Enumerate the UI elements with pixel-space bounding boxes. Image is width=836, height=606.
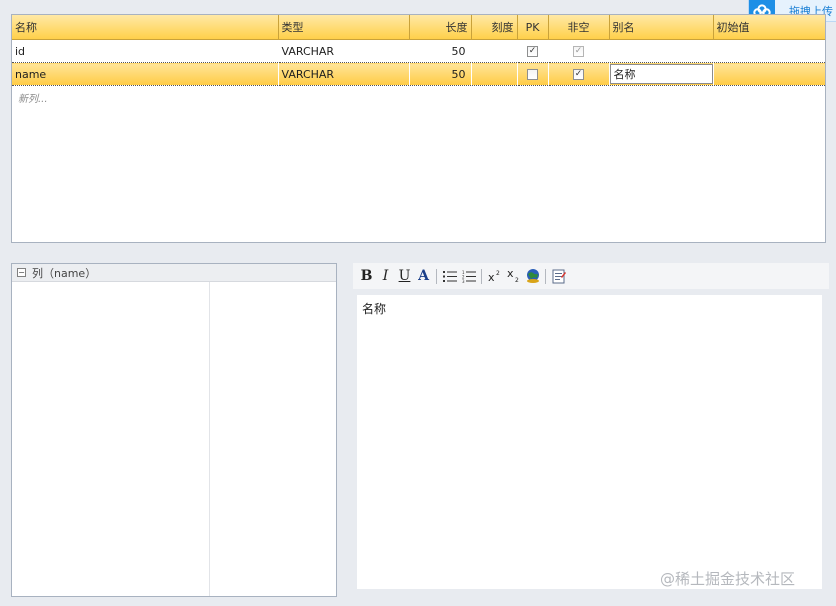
new-column-row[interactable]: 新列... [12,86,825,105]
notnull-checkbox[interactable]: ✓ [573,69,584,80]
header-pk[interactable]: PK [517,15,549,40]
bold-button[interactable]: B [357,266,376,286]
collapse-toggle-icon[interactable]: − [17,268,26,277]
watermark: @稀土掘金技术社区 [660,570,796,588]
cell-name[interactable]: name [12,62,278,86]
underline-button[interactable]: U [395,266,414,286]
numbered-list-icon[interactable]: 123 [459,266,478,286]
cell-length[interactable]: 50 [409,62,471,86]
cell-scale[interactable] [471,40,517,63]
header-scale[interactable]: 刻度 [471,15,518,40]
toolbar-separator [436,268,437,284]
header-type[interactable]: 类型 [278,15,410,40]
font-color-button[interactable]: A [414,266,433,286]
svg-text:2: 2 [515,277,519,283]
alias-edit-field[interactable]: 名称 [609,64,712,84]
link-globe-icon[interactable] [523,266,542,286]
description-editor[interactable]: 名称 [357,295,822,589]
header-alias[interactable]: 别名 [609,15,714,40]
source-edit-icon[interactable] [549,266,568,286]
column-grid: 名称 类型 长度 刻度 PK 非空 别名 初始值 id VARCHAR 50 ✓… [11,14,826,243]
header-notnull[interactable]: 非空 [548,15,610,40]
property-panel: − 列（name） [11,263,337,597]
toolbar-separator [545,268,546,284]
svg-text:x: x [488,271,495,283]
cell-type[interactable]: VARCHAR [278,40,409,63]
bulleted-list-icon[interactable] [440,266,459,286]
editor-toolbar: B I U A 123 x2 x2 [353,263,829,289]
cell-type[interactable]: VARCHAR [278,62,409,86]
header-length[interactable]: 长度 [409,15,472,40]
header-default[interactable]: 初始值 [713,15,825,40]
svg-text:3: 3 [462,279,465,283]
cell-alias[interactable] [609,40,713,63]
cell-length[interactable]: 50 [409,40,471,63]
property-panel-title: 列（name） [32,266,97,280]
table-row-selected[interactable]: name VARCHAR 50 ✓ 名称 [12,62,825,86]
cell-name[interactable]: id [12,40,278,63]
subscript-icon[interactable]: x2 [504,266,523,286]
cell-default[interactable] [713,40,825,63]
svg-text:2: 2 [496,270,500,277]
pk-checkbox[interactable]: ✓ [527,46,538,57]
svg-text:x: x [507,269,514,280]
italic-button[interactable]: I [376,266,395,286]
grid-header-row: 名称 类型 长度 刻度 PK 非空 别名 初始值 [12,15,825,40]
header-name[interactable]: 名称 [12,15,279,40]
cell-scale[interactable] [471,62,517,86]
notnull-checkbox[interactable]: ✓ [573,46,584,57]
superscript-icon[interactable]: x2 [485,266,504,286]
pk-checkbox[interactable] [527,69,538,80]
toolbar-separator [481,268,482,284]
property-panel-header[interactable]: − 列（name） [12,264,336,282]
table-row[interactable]: id VARCHAR 50 ✓ ✓ [12,40,825,63]
property-column-divider[interactable] [209,282,210,596]
cell-default[interactable] [713,62,825,86]
